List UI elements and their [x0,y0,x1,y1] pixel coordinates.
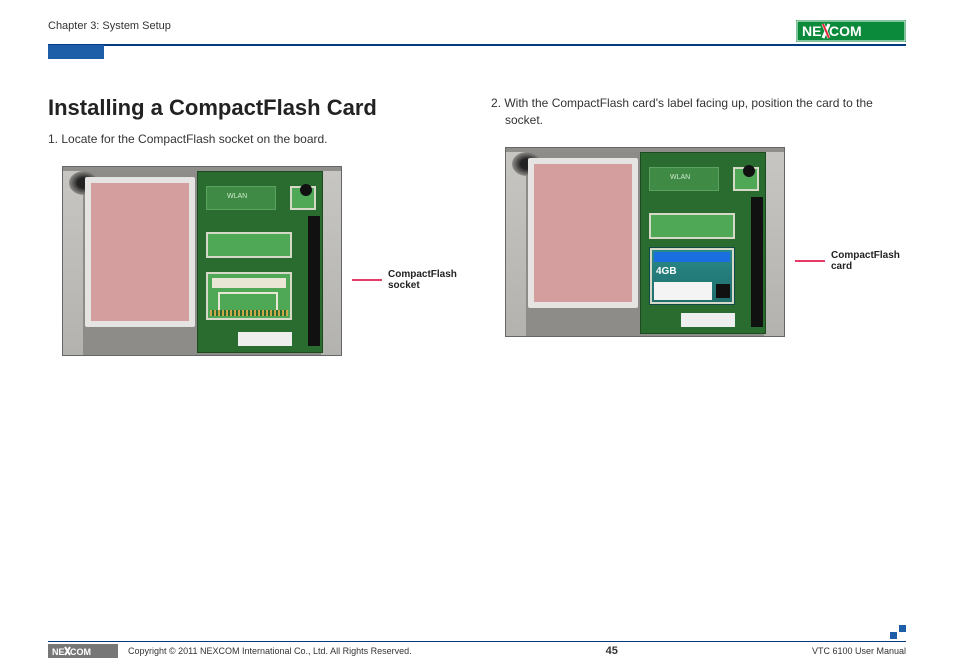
leader-line [352,279,382,281]
page-number: 45 [606,645,618,657]
chapter-label: Chapter 3: System Setup [48,20,171,32]
cf-card-capacity: 4GB [656,266,677,277]
right-column: 2. With the CompactFlash card's label fa… [491,95,906,356]
callout-socket-text: CompactFlash socket [388,269,457,291]
step-1-text: 1. Locate for the CompactFlash socket on… [62,131,463,148]
page-title: Installing a CompactFlash Card [48,95,463,121]
compactflash-card: 4GB [649,247,735,305]
svg-text:NE: NE [52,647,65,657]
header: Chapter 3: System Setup NE COM [48,20,906,46]
callout-socket: CompactFlash socket [352,269,457,291]
figure-2: 4GB CompactFlash card [505,147,906,337]
content: Installing a CompactFlash Card 1. Locate… [48,95,906,356]
svg-text:NE: NE [802,23,821,39]
board-photo-socket [62,166,342,356]
callout-card-text: CompactFlash card [831,250,900,272]
leader-line [795,260,825,262]
board-photo-card: 4GB [505,147,785,337]
svg-text:COM: COM [829,23,862,39]
nexcom-logo: NE COM [796,20,906,42]
nexcom-logo-footer: NE COM [48,644,118,658]
header-tab-decoration [48,45,104,59]
step-2-text: 2. With the CompactFlash card's label fa… [505,95,906,129]
page: Chapter 3: System Setup NE COM Installin… [0,0,954,672]
manual-name: VTC 6100 User Manual [812,646,906,656]
footer-decoration [888,625,906,639]
copyright-text: Copyright © 2011 NEXCOM International Co… [128,646,412,656]
footer: NE COM Copyright © 2011 NEXCOM Internati… [48,641,906,658]
callout-card: CompactFlash card [795,250,900,272]
figure-1: CompactFlash socket [62,166,463,356]
svg-text:COM: COM [70,647,91,657]
left-column: Installing a CompactFlash Card 1. Locate… [48,95,463,356]
